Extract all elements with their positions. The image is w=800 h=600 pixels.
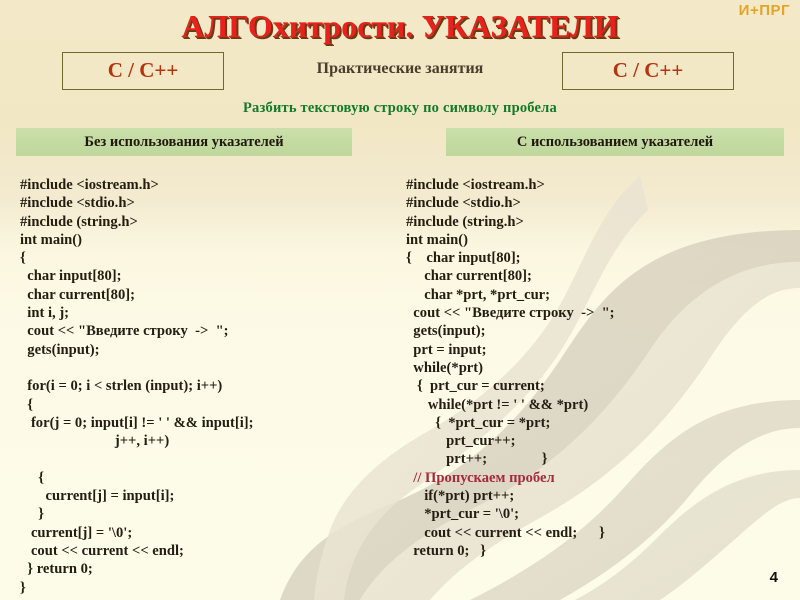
code-line: j++, i++) <box>20 433 170 450</box>
code-line: { <box>20 469 44 486</box>
code-line: int main() <box>406 231 469 248</box>
code-line: cout << current << endl; <box>20 542 184 559</box>
code-line: #include (string.h> <box>406 213 524 230</box>
code-line: while(*prt != ' ' && *prt) <box>406 396 589 413</box>
code-line: while(*prt) <box>406 359 484 376</box>
code-line: char input[80]; <box>20 268 122 285</box>
code-line: char current[80]; <box>406 268 532 285</box>
code-line: { <box>20 396 34 413</box>
code-line: #include <stdio.h> <box>406 195 521 212</box>
code-line: return 0; } <box>406 542 487 559</box>
code-line: #include <stdio.h> <box>20 195 135 212</box>
code-line: cout << current << endl; } <box>406 524 605 541</box>
code-line: current[j] = '\0'; <box>20 524 133 541</box>
code-line: { *prt_cur = *prt; <box>406 414 551 431</box>
page-title: АЛГОхитрости. УКАЗАТЕЛИ <box>181 8 619 44</box>
code-line: #include (string.h> <box>20 213 138 230</box>
code-line: gets(input); <box>20 341 100 358</box>
code-line: int i, j; <box>20 305 70 322</box>
code-line: #include <iostream.h> <box>406 177 545 193</box>
code-line: { prt_cur = current; <box>406 378 545 395</box>
code-line: int main() <box>20 231 83 248</box>
task-subtitle: Разбить текстовую строку по символу проб… <box>243 100 557 116</box>
slide-canvas: И+ПРГ АЛГОхитрости. УКАЗАТЕЛИ C / C++ Пр… <box>0 0 800 600</box>
column-heading-left-text: Без использования указателей <box>84 133 284 150</box>
code-line: current[j] = input[i]; <box>20 488 175 505</box>
column-heading-with-pointers: С использованием указателей <box>446 128 784 156</box>
code-line: if(*prt) prt++; <box>406 488 515 505</box>
code-line: { <box>20 250 26 267</box>
code-line: } <box>20 506 44 523</box>
code-line: } return 0; <box>20 561 93 578</box>
code-line: cout << "Введите строку -> "; <box>20 323 229 340</box>
code-line: // Пропускаем пробел <box>406 469 555 486</box>
page-number: 4 <box>769 569 778 586</box>
code-line: prt_cur++; <box>406 433 516 450</box>
code-line: } <box>20 579 26 596</box>
code-line: *prt_cur = '\0'; <box>406 506 520 523</box>
code-block-without-pointers: #include <iostream.h> #include <stdio.h> #… <box>20 176 400 597</box>
column-heading-right-text: С использованием указателей <box>516 133 714 150</box>
code-line: #include <iostream.h> <box>20 177 159 193</box>
code-line: { char input[80]; <box>406 250 521 267</box>
code-line: char current[80]; <box>20 286 135 303</box>
code-line: cout << "Введите строку -> "; <box>406 305 615 322</box>
code-line: prt = input; <box>406 341 487 358</box>
language-badge-right: C / C++ <box>562 52 734 90</box>
code-line: for(j = 0; input[i] != ' ' && input[i]; <box>20 414 254 431</box>
column-heading-without-pointers: Без использования указателей <box>16 128 352 156</box>
code-block-with-pointers: #include <iostream.h> #include <stdio.h> #… <box>406 176 796 560</box>
code-line: for(i = 0; i < strlen (input); i++) <box>20 378 223 395</box>
code-line: gets(input); <box>406 323 486 340</box>
code-line: char *prt, *prt_cur; <box>406 286 551 303</box>
code-line: prt++; } <box>406 451 548 468</box>
